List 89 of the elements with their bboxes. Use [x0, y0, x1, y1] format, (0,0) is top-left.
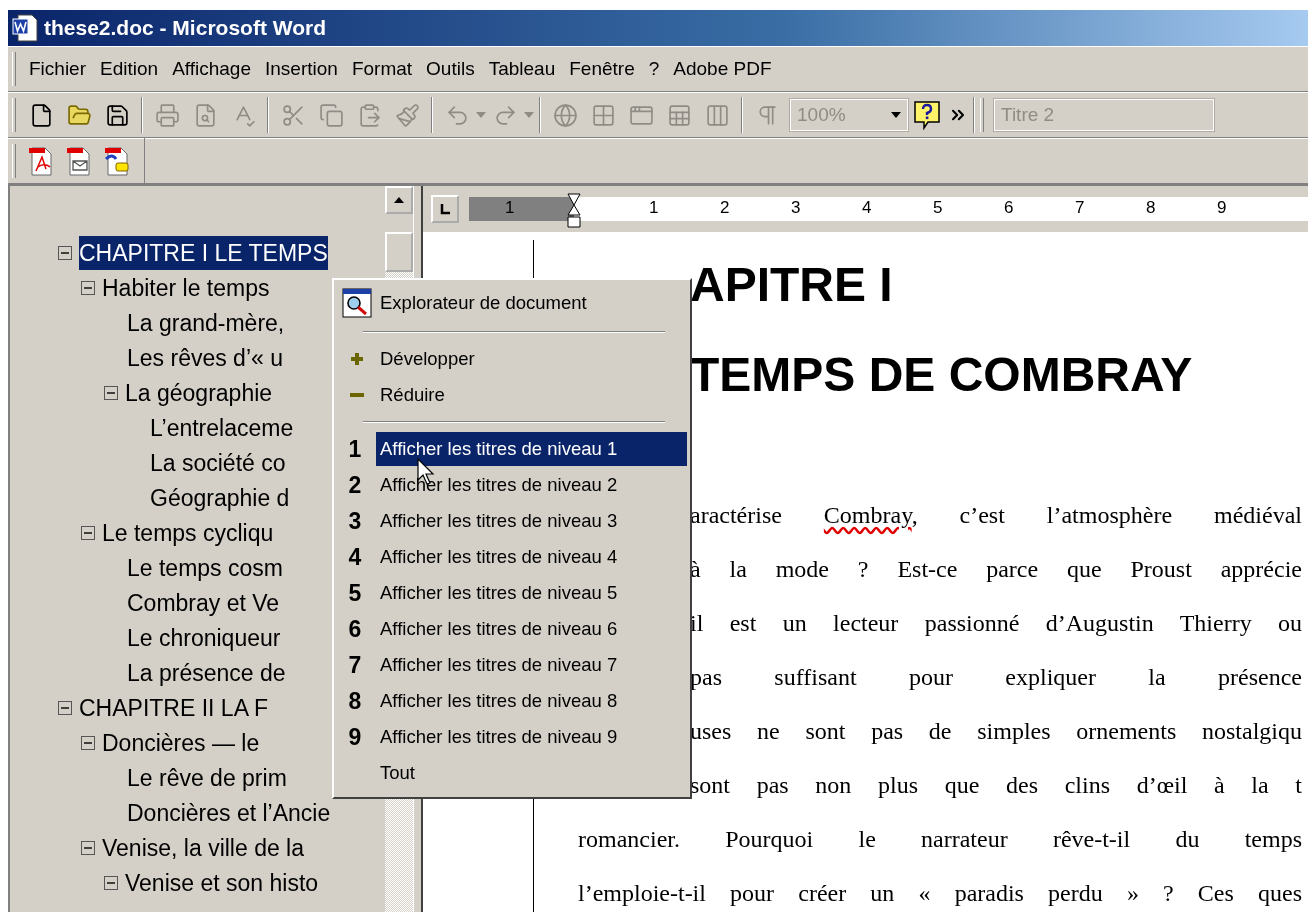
- outline-heading[interactable]: CHAPITRE I LE TEMPS: [79, 235, 328, 270]
- menu-item[interactable]: Afficher les titres de niveau 9: [376, 720, 687, 754]
- menu-item[interactable]: Afficher les titres de niveau 7: [376, 648, 687, 682]
- outline-heading[interactable]: Combray et Ve: [127, 585, 280, 620]
- outline-heading[interactable]: La présence de: [127, 655, 286, 690]
- up-arrow-icon: [394, 197, 404, 203]
- tab-stop-icon: [439, 203, 451, 215]
- menu-item[interactable]: Afficher les titres de niveau 4: [376, 540, 687, 574]
- level-number: 8: [347, 686, 363, 716]
- scroll-up-button[interactable]: [385, 186, 413, 214]
- menu-item[interactable]: Afficher les titres de niveau 2: [376, 468, 687, 502]
- outline-heading[interactable]: CHAPITRE II LA F: [79, 690, 269, 725]
- menu-item[interactable]: ?: [641, 52, 667, 86]
- window-title: these2.doc - Microsoft Word: [44, 16, 326, 40]
- ruler-number: 9: [1217, 198, 1227, 218]
- document-search-icon: [341, 288, 372, 318]
- level-number: 6: [347, 614, 363, 644]
- document-icon: [12, 14, 38, 42]
- ruler-number: 7: [1075, 198, 1085, 218]
- menu-item[interactable]: Explorateur de document: [376, 286, 687, 320]
- outline-heading[interactable]: La société co: [150, 445, 286, 480]
- menu-item[interactable]: Adobe PDF: [666, 52, 779, 86]
- level-number: 5: [347, 578, 363, 608]
- menu-item[interactable]: Développer: [376, 342, 687, 376]
- collapse-box-icon[interactable]: [81, 280, 95, 295]
- outline-heading[interactable]: Doncières et l’Ancie: [127, 795, 331, 830]
- outline-heading[interactable]: Habiter le temps: [102, 270, 270, 305]
- body-text-line: sont pas non plus que des clins d’œil à la t: [690, 771, 1302, 800]
- collapse-box-icon[interactable]: [81, 735, 95, 750]
- collapse-box-icon[interactable]: [104, 875, 118, 890]
- outline-heading[interactable]: La grand-mère,: [127, 305, 285, 340]
- menu-item[interactable]: Afficher les titres de niveau 3: [376, 504, 687, 538]
- collapse-box-icon[interactable]: [81, 525, 95, 540]
- menu-item[interactable]: Tout: [376, 756, 687, 790]
- menu-item[interactable]: Afficher les titres de niveau 8: [376, 684, 687, 718]
- collapse-box-icon[interactable]: [58, 245, 72, 260]
- plus-icon: [348, 351, 365, 367]
- menu-item[interactable]: Réduire: [376, 378, 687, 412]
- ruler-number: 4: [862, 198, 872, 218]
- level-number: 3: [347, 506, 363, 536]
- outline-heading[interactable]: Le temps cosm: [127, 550, 283, 585]
- tab-stop-button[interactable]: [431, 195, 459, 223]
- menu-item[interactable]: Fenêtre: [562, 52, 642, 86]
- ruler-number: 6: [1004, 198, 1014, 218]
- ruler-number: 3: [791, 198, 801, 218]
- ruler-number: 5: [933, 198, 943, 218]
- body-text-line: il est un lecteur passionné d’Augustin Thierry ou: [690, 609, 1302, 638]
- collapse-box-icon[interactable]: [81, 840, 95, 855]
- body-text-line: aractérise Combray, c’est l’atmosphère médiéval: [690, 501, 1302, 530]
- menu-item[interactable]: Format: [344, 52, 420, 86]
- outline-heading[interactable]: Les rêves d’« u: [127, 340, 283, 375]
- level-number: 2: [347, 470, 363, 500]
- menu-item[interactable]: Tableau: [481, 52, 563, 86]
- outline-heading[interactable]: L’entrelaceme: [150, 410, 294, 445]
- outline-heading[interactable]: Doncières — le: [102, 725, 260, 760]
- collapse-box-icon[interactable]: [104, 385, 118, 400]
- body-text-line: romancier. Pourquoi le narrateur rêve-t-il du temps: [578, 825, 1302, 854]
- menu-item[interactable]: Afficher les titres de niveau 6: [376, 612, 687, 646]
- help-icon[interactable]: [912, 99, 942, 131]
- outline-heading[interactable]: La géographie: [125, 375, 273, 410]
- menu-item[interactable]: Afficher les titres de niveau 1: [376, 432, 687, 466]
- level-number: 1: [347, 434, 363, 464]
- ruler-number: 2: [720, 198, 730, 218]
- level-number: 9: [347, 722, 363, 752]
- chapter-heading: TEMPS DE COMBRAY: [690, 347, 1194, 403]
- level-number: 7: [347, 650, 363, 680]
- ruler-number: 1: [649, 198, 659, 218]
- collapse-box-icon[interactable]: [58, 700, 72, 715]
- menu-item[interactable]: Edition: [93, 52, 166, 86]
- chapter-heading: APITRE I: [690, 257, 894, 313]
- level-number: 4: [347, 542, 363, 572]
- menu-item[interactable]: Affichage: [165, 52, 258, 86]
- outline-heading[interactable]: Venise et son histo: [125, 865, 319, 900]
- body-text-line: uses ne sont pas de simples ornements nostalgiqu: [690, 717, 1302, 746]
- outline-heading[interactable]: Le rêve de prim: [127, 760, 287, 795]
- scroll-thumb[interactable]: [385, 232, 413, 272]
- outline-heading[interactable]: Le chroniqueur: [127, 620, 281, 655]
- menu-item[interactable]: Outils: [419, 52, 482, 86]
- outline-heading[interactable]: Venise, la ville de la: [102, 830, 304, 865]
- body-text-line: pas suffisant pour expliquer la présence: [690, 663, 1302, 692]
- menu-item[interactable]: Insertion: [258, 52, 345, 86]
- outline-heading[interactable]: Le temps cycliqu: [102, 515, 274, 550]
- outline-heading[interactable]: Géographie d: [150, 480, 290, 515]
- body-text-line: l’emploie-t-il pour créer un « paradis perdu » ? Ces ques: [578, 879, 1302, 908]
- ruler-number: 8: [1146, 198, 1156, 218]
- menu-item[interactable]: Fichier: [22, 52, 93, 86]
- ruler-number: 1: [505, 198, 515, 218]
- indent-marker-icon[interactable]: [567, 193, 581, 229]
- menu-item[interactable]: Afficher les titres de niveau 5: [376, 576, 687, 610]
